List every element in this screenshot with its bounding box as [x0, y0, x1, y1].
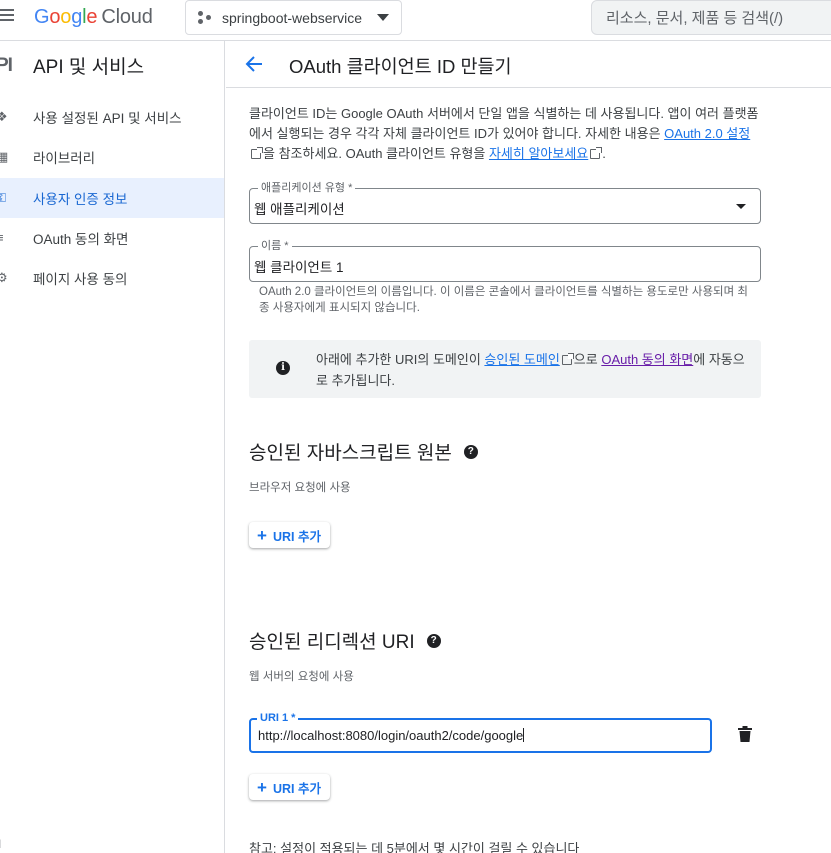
api-icon: PI	[0, 55, 13, 76]
redirect-uris-subtitle: 웹 서버의 요청에 사용	[249, 671, 354, 683]
domain-info-box: i 아래에 추가한 URI의 도메인이 승인된 도메인 으로 OAuth 동의 화…	[249, 340, 761, 398]
oauth-consent-screen-link[interactable]: OAuth 동의 화면	[601, 352, 693, 367]
client-name-label: 이름 *	[258, 239, 292, 253]
external-link-icon	[590, 147, 603, 159]
domain-info-text: 아래에 추가한 URI의 도메인이 승인된 도메인 으로 OAuth 동의 화면에…	[316, 352, 745, 388]
project-icon	[198, 10, 212, 25]
redirect-uri-1-input[interactable]: URI 1 * http://localhost:8080/login/oaut…	[249, 711, 712, 753]
project-picker[interactable]: springboot-webservice	[185, 0, 402, 35]
enabled-apis-icon: ❖	[0, 109, 8, 124]
back-arrow-icon[interactable]	[244, 54, 264, 74]
google-cloud-logo[interactable]: Google Cloud	[34, 6, 153, 29]
settings-icon: ⚙	[0, 270, 8, 285]
js-origins-title: 승인된 자바스크립트 원본 ?	[249, 438, 478, 465]
page-header: OAuth 클라이언트 ID 만들기	[226, 41, 831, 88]
sidebar: PI API 및 서비스 ❖ 사용 설정된 API 및 서비스 ▦ 라이브러리 …	[0, 41, 225, 853]
plus-icon: +	[257, 777, 267, 797]
help-icon[interactable]: ?	[426, 633, 441, 648]
search-placeholder: 리소스, 문서, 제품 등 검색(/)	[606, 10, 784, 27]
library-icon: ▦	[0, 149, 9, 164]
learn-more-link[interactable]: 자세히 알아보세요	[489, 146, 588, 161]
external-link-icon	[561, 353, 574, 365]
application-type-select[interactable]: 애플리케이션 유형 * 웹 애플리케이션	[249, 181, 761, 224]
page-title: OAuth 클라이언트 ID 만들기	[289, 56, 512, 77]
add-redirect-uri-button[interactable]: + URI 추가	[249, 774, 330, 800]
oauth-setup-link[interactable]: OAuth 2.0 설정	[664, 126, 750, 141]
redirect-uri-1-value: http://localhost:8080/login/oauth2/code/…	[258, 728, 525, 743]
client-name-input[interactable]: 이름 * 웹 클라이언트 1	[249, 239, 761, 282]
js-origins-subtitle: 브라우저 요청에 사용	[249, 482, 351, 494]
hamburger-menu-icon[interactable]	[0, 6, 14, 26]
client-name-hint: OAuth 2.0 클라이언트의 이름입니다. 이 이름은 콘솔에서 클라이언트…	[259, 286, 748, 314]
plus-icon: +	[257, 525, 267, 545]
sidebar-title: API 및 서비스	[33, 57, 145, 78]
application-type-value: 웹 애플리케이션	[254, 202, 345, 217]
info-icon: i	[276, 361, 290, 375]
external-link-icon	[251, 147, 263, 159]
add-js-origin-uri-button[interactable]: + URI 추가	[249, 522, 330, 548]
sidebar-item-credentials[interactable]: ⚿ 사용자 인증 정보	[0, 178, 224, 218]
client-name-value: 웹 클라이언트 1	[254, 260, 344, 275]
redirect-uris-title: 승인된 리디렉션 URI ?	[249, 627, 441, 654]
chevron-down-icon	[736, 204, 746, 209]
help-icon[interactable]: ?	[463, 444, 478, 459]
delete-icon[interactable]	[738, 726, 752, 742]
text-cursor	[523, 728, 525, 742]
sidebar-item-oauth-consent[interactable]: ≡ OAuth 동의 화면	[0, 218, 224, 258]
intro-text: 클라이언트 ID는 Google OAuth 서버에서 단일 앱을 식별하는 데…	[249, 106, 759, 161]
search-input[interactable]: 리소스, 문서, 제품 등 검색(/)	[591, 0, 831, 35]
authorized-domains-link[interactable]: 승인된 도메인	[484, 352, 559, 367]
project-name: springboot-webservice	[222, 9, 363, 26]
sidebar-header: PI API 및 서비스	[0, 41, 224, 87]
consent-icon: ≡	[0, 231, 10, 245]
key-icon: ⚿	[0, 190, 6, 205]
sidebar-item-enabled-apis[interactable]: ❖ 사용 설정된 API 및 서비스	[0, 97, 224, 137]
sidebar-item-page-usage[interactable]: ⚙ 페이지 사용 동의	[0, 258, 224, 298]
sidebar-item-library[interactable]: ▦ 라이브러리	[0, 137, 224, 177]
chevron-down-icon	[377, 14, 389, 21]
sidebar-collapse-label[interactable]: I	[0, 837, 1, 851]
application-type-label: 애플리케이션 유형 *	[258, 181, 356, 195]
redirect-uri-1-label: URI 1 *	[257, 711, 299, 725]
propagation-note: 참고: 설정이 적용되는 데 5분에서 몇 시간이 걸릴 수 있습니다	[249, 841, 580, 853]
top-bar: Google Cloud springboot-webservice 리소스, 문…	[0, 0, 831, 41]
